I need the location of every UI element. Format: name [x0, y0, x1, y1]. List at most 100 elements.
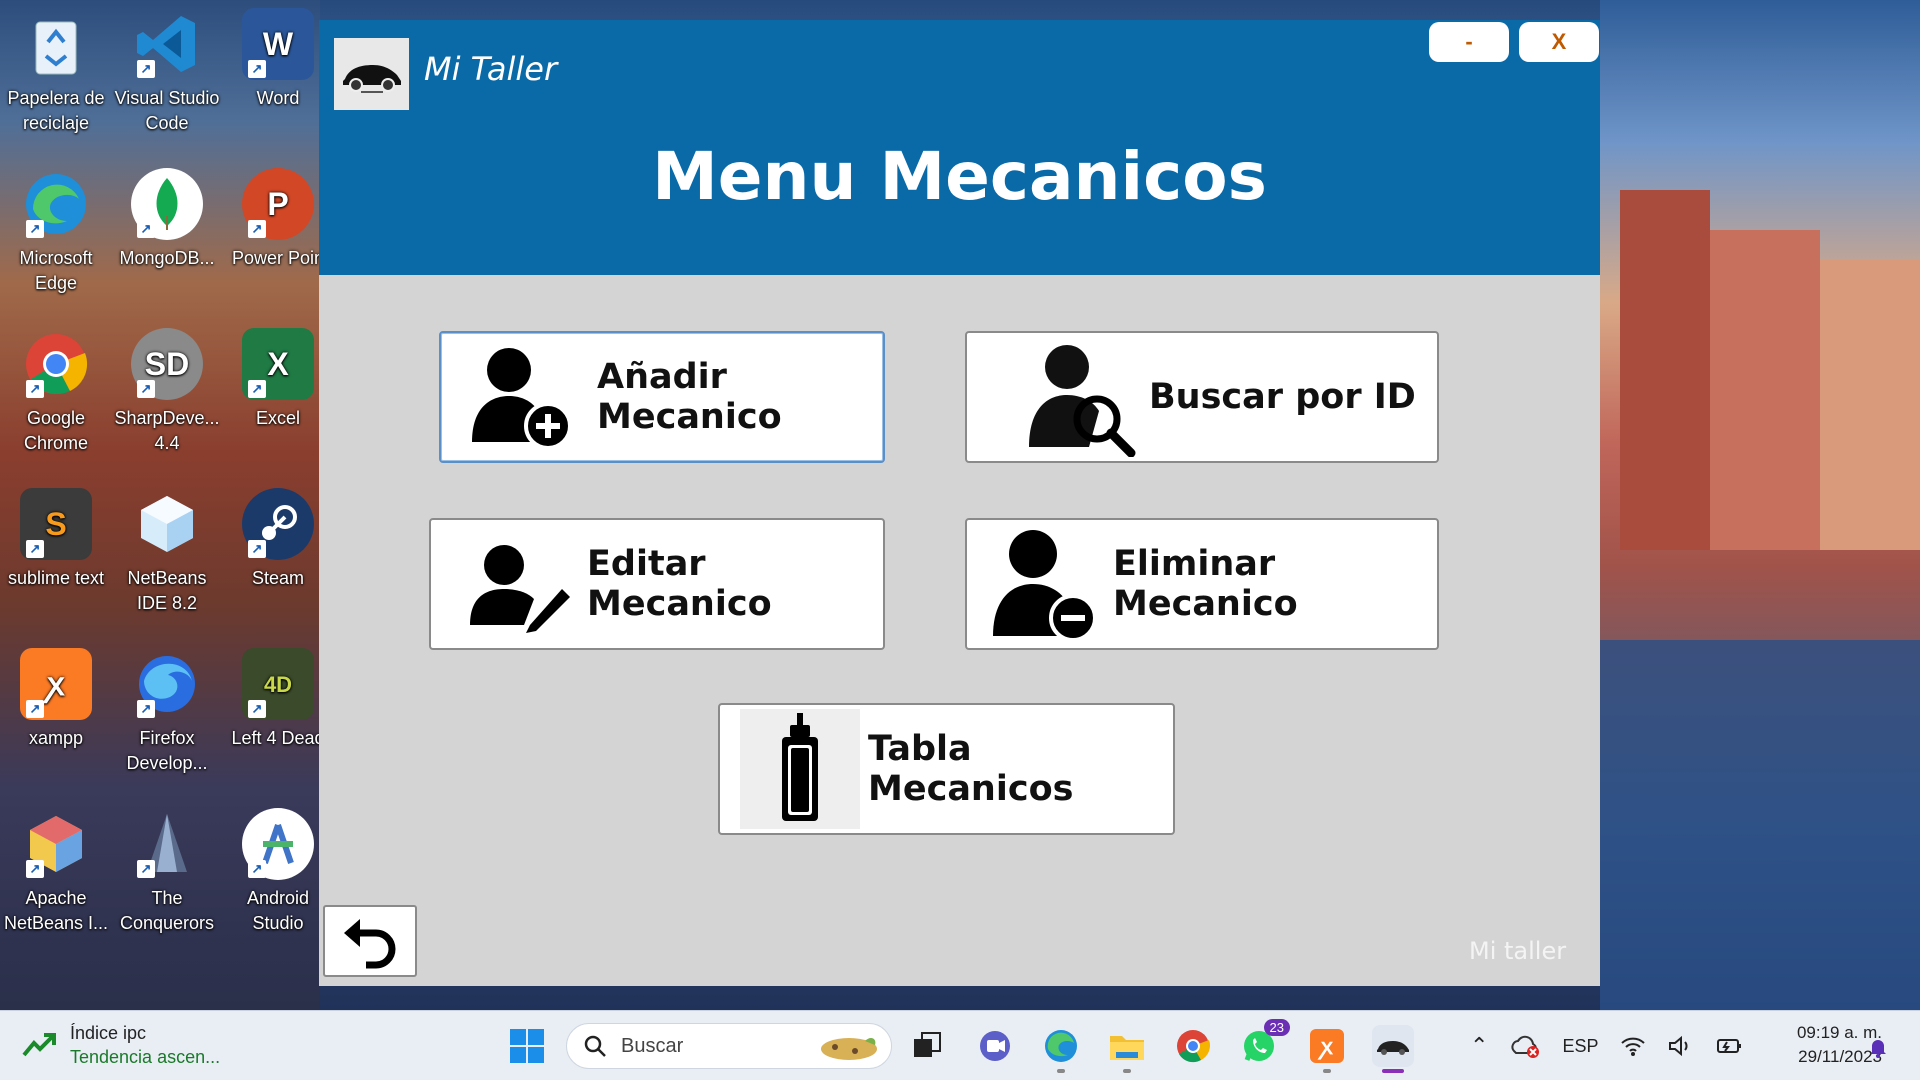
task-view-button[interactable]: [906, 1025, 948, 1067]
user-add-icon: [459, 337, 579, 457]
delete-mechanic-button[interactable]: Eliminar Mecanico: [965, 518, 1439, 650]
windows-icon: [510, 1029, 544, 1063]
desktop-icon-chrome[interactable]: ↗ Google Chrome: [0, 320, 112, 470]
desktop-icon-vscode[interactable]: ↗ Visual Studio Code: [111, 0, 223, 150]
desktop-icon-apache-netbeans[interactable]: ↗ Apache NetBeans I...: [0, 800, 112, 950]
weather-widget[interactable]: Índice ipc Tendencia ascen...: [22, 1021, 220, 1069]
close-button[interactable]: X: [1519, 22, 1599, 62]
edge-icon: [1045, 1030, 1077, 1062]
mi-taller-window: Mi Taller - X Menu Mecanicos Añadir Meca…: [319, 20, 1600, 986]
desktop-icon-left4dead[interactable]: 4D ↗ Left 4 Dead: [222, 640, 334, 790]
left4dead-icon: 4D ↗: [242, 648, 314, 720]
add-mechanic-button[interactable]: Añadir Mecanico: [439, 331, 885, 463]
taskbar-mi-taller[interactable]: [1372, 1025, 1414, 1073]
taskbar-search[interactable]: Buscar: [566, 1023, 892, 1069]
folder-icon: [1110, 1036, 1144, 1060]
chrome-icon: ↗: [20, 328, 92, 400]
conquerors-icon: ↗: [131, 808, 203, 880]
chevron-up-icon[interactable]: ⌃: [1470, 1033, 1488, 1059]
search-by-id-label: Buscar por ID: [1149, 377, 1416, 417]
mongodb-icon: ↗: [131, 168, 203, 240]
app-logo: [334, 38, 409, 110]
system-tray: ⌃ ESP: [1470, 1021, 1744, 1071]
desktop-icon-powerpoint[interactable]: P ↗ Power Poin: [222, 160, 334, 310]
desktop-icon-label: Papelera de reciclaje: [7, 88, 105, 133]
desktop-icon-sharpdevelop[interactable]: SD ↗ SharpDeve... 4.4: [111, 320, 223, 470]
back-button[interactable]: [323, 905, 417, 977]
user-edit-icon: [461, 524, 581, 644]
clock-date: 29/11/2023: [1798, 1047, 1882, 1066]
desktop-icon-label: xampp: [28, 728, 84, 748]
search-placeholder: Buscar: [621, 1034, 684, 1057]
delete-mechanic-label: Eliminar Mecanico: [1113, 544, 1298, 624]
desktop-icon-android-studio[interactable]: ↗ Android Studio: [222, 800, 334, 950]
desktop-icon-recycle-bin[interactable]: Papelera de reciclaje: [0, 0, 112, 150]
desktop-icon-edge[interactable]: ↗ Microsoft Edge: [0, 160, 112, 310]
start-button[interactable]: [506, 1025, 548, 1067]
edge-icon: ↗: [20, 168, 92, 240]
word-icon: W ↗: [242, 8, 314, 80]
window-header: Mi Taller - X Menu Mecanicos: [319, 20, 1600, 275]
edit-mechanic-label: Editar Mecanico: [587, 544, 772, 624]
vscode-icon: ↗: [131, 8, 203, 80]
desktop-icon-conquerors[interactable]: ↗ The Conquerors: [111, 800, 223, 950]
language-indicator[interactable]: ESP: [1562, 1036, 1598, 1057]
powerpoint-icon: P ↗: [242, 168, 314, 240]
recycle-bin-icon: [20, 8, 92, 80]
desktop-icon-netbeans[interactable]: NetBeans IDE 8.2: [111, 480, 223, 630]
desktop-icon-xampp[interactable]: ꭗ ↗ xampp: [0, 640, 112, 790]
clock[interactable]: 09:19 a. m. 29/11/2023: [1752, 1021, 1882, 1069]
whatsapp-badge: 23: [1263, 1019, 1290, 1036]
teams-chat-button[interactable]: [974, 1025, 1016, 1067]
taskbar-file-explorer[interactable]: [1106, 1025, 1148, 1073]
desktop-icon-label: Microsoft Edge: [19, 248, 93, 293]
taskbar-edge[interactable]: [1040, 1025, 1082, 1073]
desktop-icon-excel[interactable]: X ↗ Excel: [222, 320, 334, 470]
firefox-icon: ↗: [131, 648, 203, 720]
desktop-icon-label: Firefox Develop...: [126, 728, 208, 773]
excel-icon: X ↗: [242, 328, 314, 400]
add-mechanic-label: Añadir Mecanico: [597, 357, 782, 437]
desktop-icon-label: NetBeans IDE 8.2: [127, 568, 207, 613]
wifi-icon[interactable]: [1620, 1035, 1646, 1057]
battery-icon[interactable]: [1716, 1035, 1744, 1057]
trend-up-icon: [22, 1033, 56, 1057]
desktop-icon-sublime[interactable]: S ↗ sublime text: [0, 480, 112, 630]
notification-bell-icon[interactable]: [1866, 1035, 1890, 1059]
taskbar-whatsapp[interactable]: 23: [1238, 1019, 1290, 1067]
minimize-button[interactable]: -: [1429, 22, 1509, 62]
chat-icon: [980, 1031, 1010, 1061]
android-studio-icon: ↗: [242, 808, 314, 880]
desktop-icon-label: sublime text: [7, 568, 105, 588]
desktop-icon-mongodb[interactable]: ↗ MongoDB...: [111, 160, 223, 310]
desktop-icon-label: SharpDeve... 4.4: [114, 408, 220, 453]
search-by-id-button[interactable]: Buscar por ID: [965, 331, 1439, 463]
desktop-icon-firefox[interactable]: ↗ Firefox Develop...: [111, 640, 223, 790]
edit-mechanic-button[interactable]: Editar Mecanico: [429, 518, 885, 650]
page-title: Menu Mecanicos: [652, 138, 1267, 215]
apache-netbeans-icon: ↗: [20, 808, 92, 880]
xampp-icon: ꭗ: [1310, 1029, 1344, 1063]
footer-label: Mi taller: [1469, 937, 1567, 965]
sharpdevelop-icon: SD ↗: [131, 328, 203, 400]
menu-content: Añadir Mecanico Buscar por ID Editar Mec…: [319, 275, 1600, 986]
desktop-icon-word[interactable]: W ↗ Word: [222, 0, 334, 150]
onedrive-error-icon[interactable]: [1510, 1033, 1540, 1059]
search-highlight-icon: [821, 1038, 877, 1060]
taskbar-xampp[interactable]: ꭗ: [1306, 1025, 1348, 1073]
taskbar-chrome[interactable]: [1172, 1025, 1214, 1067]
steam-icon: ↗: [242, 488, 314, 560]
clock-time: 09:19 a. m.: [1796, 1023, 1882, 1042]
task-view-icon: [914, 1032, 941, 1057]
xampp-icon: ꭗ ↗: [20, 648, 92, 720]
desktop-icon-label: MongoDB...: [119, 248, 215, 268]
app-title: Mi Taller: [424, 50, 558, 88]
car-icon: [1377, 1041, 1409, 1055]
mechanics-table-button[interactable]: Tabla Mecanicos: [718, 703, 1175, 835]
desktop-icon-label: Apache NetBeans I...: [3, 888, 109, 933]
search-icon: [584, 1035, 606, 1057]
user-search-icon: [1019, 337, 1139, 457]
desktop-icon-label: The Conquerors: [119, 888, 215, 933]
volume-icon[interactable]: [1668, 1035, 1694, 1057]
desktop-icon-steam[interactable]: ↗ Steam: [222, 480, 334, 630]
